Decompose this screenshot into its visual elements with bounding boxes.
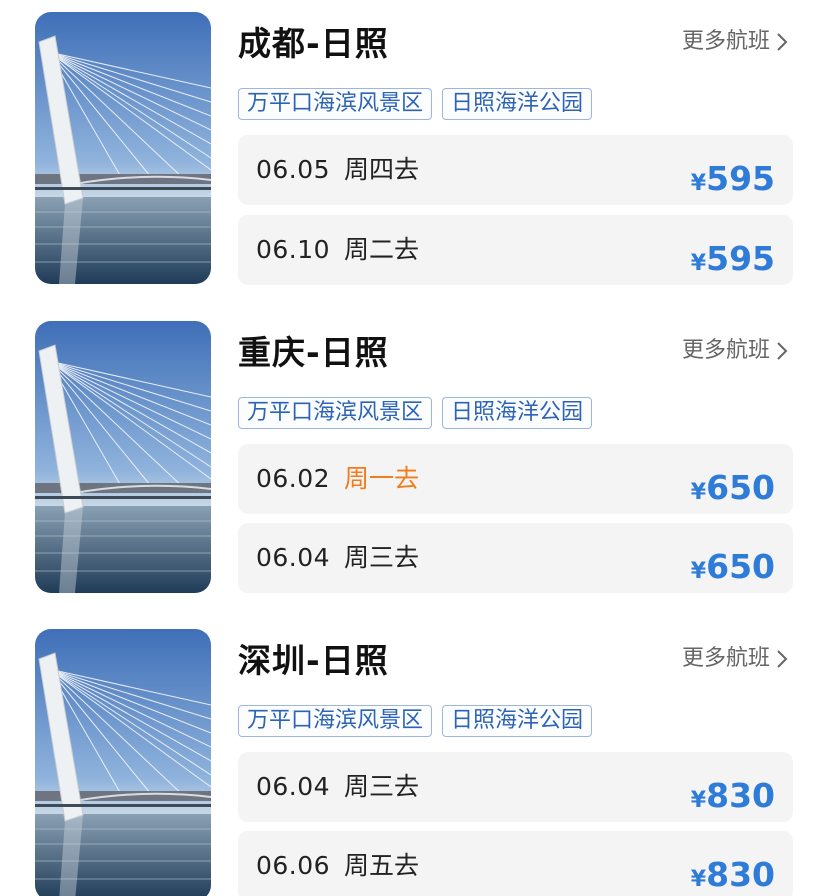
route-title: 重庆-日照	[238, 333, 389, 372]
fare-price: ¥650	[691, 468, 775, 514]
scenic-tag: 日照海洋公园	[442, 88, 593, 120]
fare-row[interactable]: 06.10 周二去 ¥595	[238, 215, 793, 285]
fare-row[interactable]: 06.06 周五去 ¥830	[238, 831, 793, 896]
scenic-tag: 日照海洋公园	[442, 705, 593, 737]
fare-price: ¥595	[691, 239, 775, 285]
bridge-photo	[35, 629, 211, 896]
fare-day: 周四去	[344, 155, 420, 184]
fare-date: 06.05	[256, 155, 331, 184]
currency-symbol: ¥	[690, 788, 707, 813]
currency-symbol: ¥	[690, 480, 707, 505]
price-amount: 595	[706, 159, 775, 198]
more-flights-label: 更多航班	[681, 338, 770, 363]
price-amount: 830	[706, 776, 775, 815]
route-card[interactable]: 深圳-日照 更多航班 万平口海滨风景区 日照海洋公园 06.04 周三去 ¥83…	[0, 629, 828, 896]
currency-symbol: ¥	[690, 171, 707, 196]
more-flights-link[interactable]: 更多航班	[682, 335, 788, 367]
chevron-right-icon	[777, 650, 788, 668]
fare-price: ¥830	[691, 776, 775, 822]
route-title: 成都-日照	[238, 24, 389, 63]
route-card[interactable]: 重庆-日照 更多航班 万平口海滨风景区 日照海洋公园 06.02 周一去 ¥65…	[0, 321, 828, 601]
more-flights-link[interactable]: 更多航班	[682, 26, 788, 58]
fare-price: ¥830	[691, 855, 775, 896]
fare-row[interactable]: 06.04 周三去 ¥830	[238, 752, 793, 822]
fare-date: 06.06	[256, 851, 331, 880]
price-amount: 650	[706, 468, 775, 507]
chevron-right-icon	[777, 33, 788, 51]
fare-date: 06.10	[256, 235, 331, 264]
fare-date: 06.04	[256, 543, 331, 572]
more-flights-label: 更多航班	[681, 646, 770, 671]
currency-symbol: ¥	[690, 559, 707, 584]
fare-date: 06.04	[256, 772, 331, 801]
more-flights-link[interactable]: 更多航班	[682, 643, 788, 675]
fare-day: 周三去	[344, 772, 420, 801]
bridge-photo	[35, 321, 211, 593]
fare-price: ¥595	[691, 159, 775, 205]
chevron-right-icon	[777, 342, 788, 360]
fare-price: ¥650	[691, 547, 775, 593]
fare-row[interactable]: 06.05 周四去 ¥595	[238, 135, 793, 205]
more-flights-label: 更多航班	[681, 29, 770, 54]
bridge-photo	[35, 12, 211, 284]
route-card[interactable]: 成都-日照 更多航班 万平口海滨风景区 日照海洋公园 06.05 周四去 ¥59…	[0, 12, 828, 292]
scenic-tag: 日照海洋公园	[442, 397, 593, 429]
fare-day: 周二去	[344, 235, 420, 264]
scenic-tag: 万平口海滨风景区	[238, 397, 433, 429]
fare-date: 06.02	[256, 464, 331, 493]
price-amount: 595	[706, 239, 775, 278]
fare-day: 周一去	[344, 464, 420, 493]
fare-day: 周三去	[344, 543, 420, 572]
price-amount: 650	[706, 547, 775, 586]
route-title: 深圳-日照	[238, 641, 389, 680]
currency-symbol: ¥	[690, 251, 707, 276]
scenic-tag: 万平口海滨风景区	[238, 88, 433, 120]
fare-row[interactable]: 06.02 周一去 ¥650	[238, 444, 793, 514]
currency-symbol: ¥	[690, 867, 707, 892]
scenic-tag: 万平口海滨风景区	[238, 705, 433, 737]
price-amount: 830	[706, 855, 775, 894]
fare-day: 周五去	[344, 851, 420, 880]
fare-row[interactable]: 06.04 周三去 ¥650	[238, 523, 793, 593]
